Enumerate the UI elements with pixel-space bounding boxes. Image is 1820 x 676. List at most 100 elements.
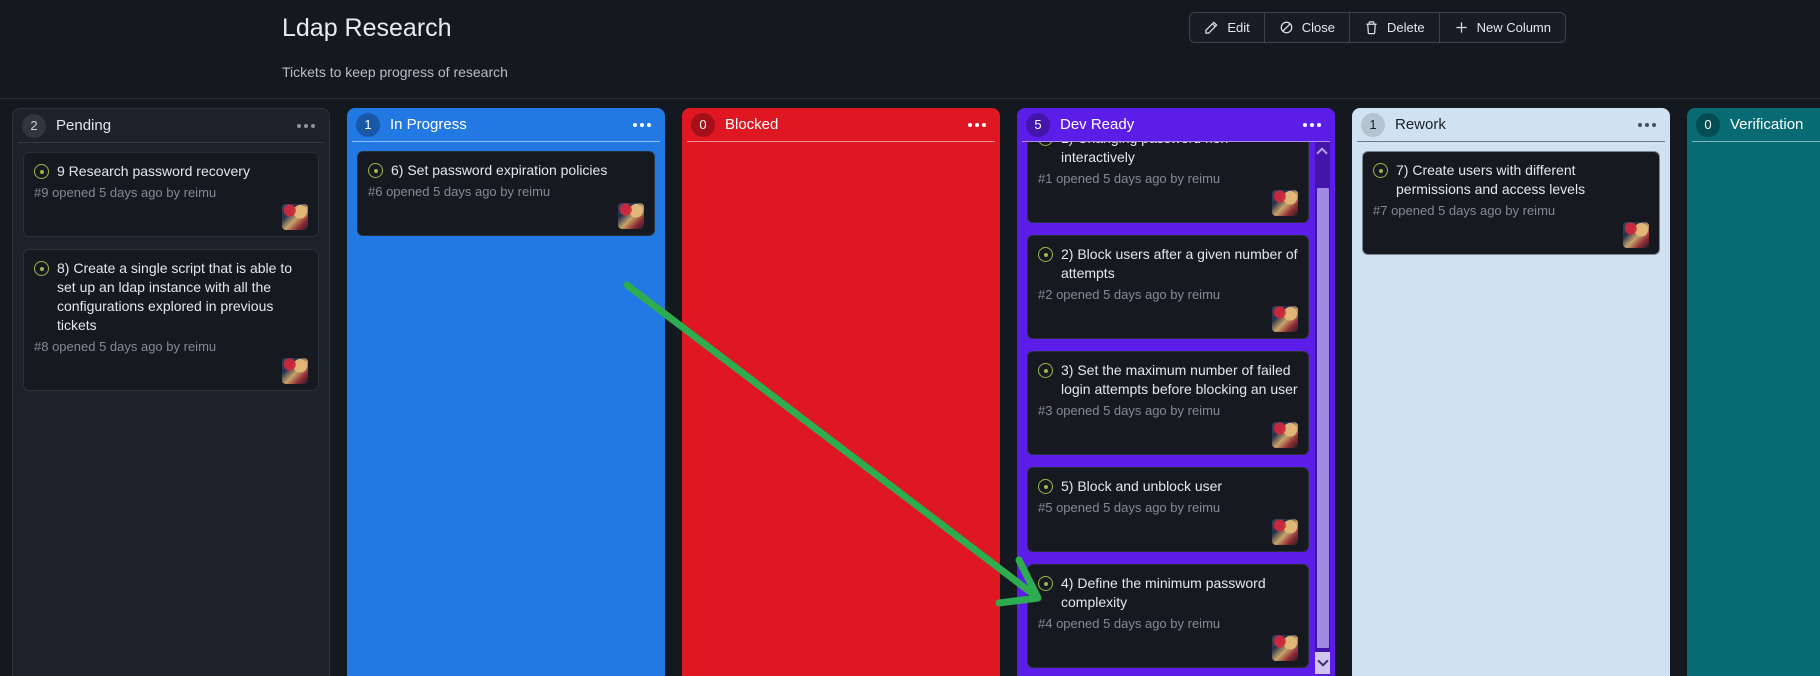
open-issue-icon xyxy=(34,164,49,179)
issue-meta: #4 opened 5 days ago by reimu xyxy=(1038,616,1221,631)
column-verification: 0 Verification xyxy=(1687,108,1820,676)
issue-title: 8) Create a single script that is able t… xyxy=(57,260,293,333)
issue-title: 4) Define the minimum password complexit… xyxy=(1061,575,1266,610)
delete-button-label: Delete xyxy=(1387,20,1425,35)
card-list: 1) Changing password non interactively #… xyxy=(1017,142,1335,676)
issue-title: 5) Block and unblock user xyxy=(1061,478,1223,494)
avatar xyxy=(1272,422,1298,448)
column-pending: 2 Pending 9 Research password recovery #… xyxy=(12,108,330,676)
card-list: 7) Create users with different permissio… xyxy=(1352,142,1670,676)
column-dev-ready: 5 Dev Ready 1) Changing password non int… xyxy=(1017,108,1335,676)
column-blocked: 0 Blocked xyxy=(682,108,1000,676)
slash-circle-icon xyxy=(1279,20,1294,35)
issue-meta: #6 opened 5 days ago by reimu xyxy=(368,184,551,199)
issue-meta: #1 opened 5 days ago by reimu xyxy=(1038,171,1221,186)
column-header: 0 Verification xyxy=(1687,108,1820,141)
issue-card[interactable]: 3) Set the maximum number of failed logi… xyxy=(1027,351,1309,455)
new-column-button[interactable]: New Column xyxy=(1438,12,1566,43)
issue-meta: #8 opened 5 days ago by reimu xyxy=(34,339,217,354)
column-header: 1 Rework xyxy=(1352,108,1670,141)
issue-meta: #3 opened 5 days ago by reimu xyxy=(1038,403,1221,418)
board-description: Tickets to keep progress of research xyxy=(282,64,508,80)
open-issue-icon xyxy=(1038,576,1053,591)
edit-button-label: Edit xyxy=(1227,20,1250,35)
card-list: 9 Research password recovery #9 opened 5… xyxy=(13,143,329,676)
column-in-progress: 1 In Progress 6) Set password expiration… xyxy=(347,108,665,676)
avatar xyxy=(282,204,308,230)
scrollbar-thumb[interactable] xyxy=(1316,188,1329,648)
trash-icon xyxy=(1364,20,1379,35)
issue-title: 3) Set the maximum number of failed logi… xyxy=(1061,362,1298,397)
column-count-badge: 1 xyxy=(356,112,380,137)
avatar xyxy=(1272,306,1298,332)
open-issue-icon xyxy=(1038,363,1053,378)
column-count-badge: 0 xyxy=(1696,112,1720,137)
issue-title: 2) Block users after a given number of a… xyxy=(1061,246,1298,281)
kanban-board: 2 Pending 9 Research password recovery #… xyxy=(12,108,1820,676)
open-issue-icon xyxy=(34,261,49,276)
new-column-button-label: New Column xyxy=(1476,20,1551,35)
issue-meta: #5 opened 5 days ago by reimu xyxy=(1038,500,1221,515)
header-divider xyxy=(0,98,1820,99)
close-button-label: Close xyxy=(1301,20,1335,35)
scroll-down-button[interactable] xyxy=(1315,652,1330,674)
issue-card[interactable]: 1) Changing password non interactively #… xyxy=(1027,142,1309,223)
open-issue-icon xyxy=(1373,163,1388,178)
pencil-icon xyxy=(1204,20,1219,35)
issue-card[interactable]: 2) Block users after a given number of a… xyxy=(1027,235,1309,339)
card-list xyxy=(682,142,1000,676)
column-header: 1 In Progress xyxy=(347,108,665,141)
issue-title: 6) Set password expiration policies xyxy=(391,162,608,178)
column-count-badge: 2 xyxy=(22,113,46,138)
open-issue-icon xyxy=(1038,247,1053,262)
issue-meta: #2 opened 5 days ago by reimu xyxy=(1038,287,1221,302)
issue-title: 9 Research password recovery xyxy=(57,163,250,179)
column-title: Verification xyxy=(1730,116,1804,133)
column-title: Dev Ready xyxy=(1060,116,1135,133)
column-title: In Progress xyxy=(390,116,467,133)
edit-button[interactable]: Edit xyxy=(1189,12,1265,43)
column-count-badge: 5 xyxy=(1026,112,1050,137)
column-header: 5 Dev Ready xyxy=(1017,108,1335,141)
column-count-badge: 0 xyxy=(691,112,715,137)
column-scrollbar[interactable] xyxy=(1315,142,1330,674)
issue-meta: #7 opened 5 days ago by reimu xyxy=(1373,203,1556,218)
avatar xyxy=(1272,635,1298,661)
scroll-down-icon xyxy=(1316,655,1329,667)
avatar xyxy=(618,203,644,229)
column-menu-button[interactable] xyxy=(631,119,653,131)
avatar xyxy=(1623,222,1649,248)
scroll-up-icon[interactable] xyxy=(1316,147,1328,159)
issue-card[interactable]: 4) Define the minimum password complexit… xyxy=(1027,564,1309,668)
issue-card[interactable]: 7) Create users with different permissio… xyxy=(1362,151,1660,255)
issue-card[interactable]: 8) Create a single script that is able t… xyxy=(23,249,319,391)
open-issue-icon xyxy=(368,163,383,178)
issue-card[interactable]: 6) Set password expiration policies #6 o… xyxy=(357,151,655,236)
column-title: Blocked xyxy=(725,116,779,133)
board-toolbar: Edit Close Delete New Column xyxy=(1189,12,1566,43)
column-menu-button[interactable] xyxy=(966,119,988,131)
column-count-badge: 1 xyxy=(1361,112,1385,137)
issue-title: 7) Create users with different permissio… xyxy=(1396,162,1586,197)
plus-icon xyxy=(1454,20,1469,35)
avatar xyxy=(1272,519,1298,545)
delete-button[interactable]: Delete xyxy=(1349,12,1440,43)
column-title: Pending xyxy=(56,117,112,134)
issue-card[interactable]: 9 Research password recovery #9 opened 5… xyxy=(23,152,319,237)
avatar xyxy=(1272,190,1298,216)
column-title: Rework xyxy=(1395,116,1446,133)
issue-meta: #9 opened 5 days ago by reimu xyxy=(34,185,217,200)
column-menu-button[interactable] xyxy=(1301,119,1323,131)
close-button[interactable]: Close xyxy=(1263,12,1350,43)
issue-card[interactable]: 5) Block and unblock user #5 opened 5 da… xyxy=(1027,467,1309,552)
open-issue-icon xyxy=(1038,479,1053,494)
card-list: 6) Set password expiration policies #6 o… xyxy=(347,142,665,676)
column-menu-button[interactable] xyxy=(1636,119,1658,131)
card-list xyxy=(1687,142,1820,676)
column-header: 2 Pending xyxy=(13,109,329,142)
page-title: Ldap Research xyxy=(282,14,452,42)
column-rework: 1 Rework 7) Create users with different … xyxy=(1352,108,1670,676)
column-header: 0 Blocked xyxy=(682,108,1000,141)
column-menu-button[interactable] xyxy=(295,120,317,132)
issue-title: 1) Changing password non interactively xyxy=(1061,142,1228,165)
